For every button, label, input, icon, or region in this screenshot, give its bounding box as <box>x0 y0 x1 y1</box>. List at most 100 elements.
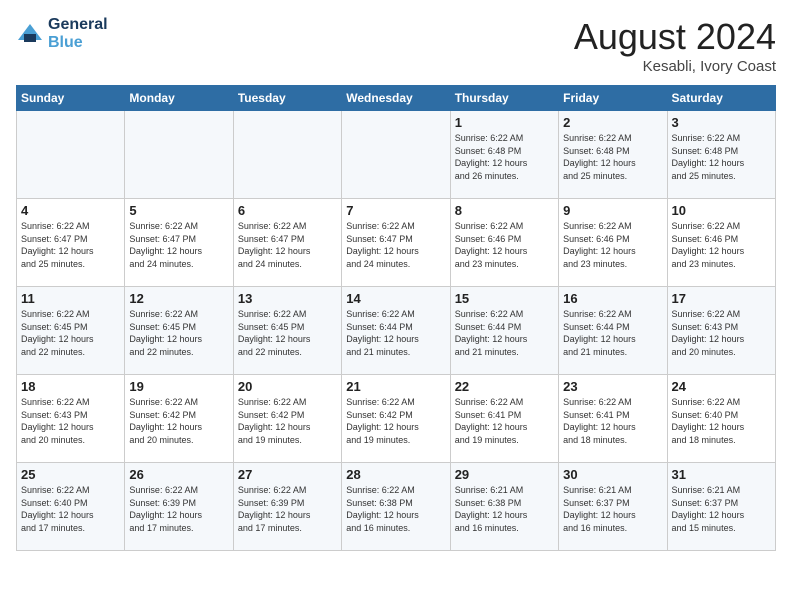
weekday-header-saturday: Saturday <box>667 86 775 111</box>
day-number: 17 <box>672 291 771 306</box>
day-info: Sunrise: 6:22 AM Sunset: 6:48 PM Dayligh… <box>455 132 554 182</box>
day-info: Sunrise: 6:22 AM Sunset: 6:42 PM Dayligh… <box>129 396 228 446</box>
calendar-cell: 11 Sunrise: 6:22 AM Sunset: 6:45 PM Dayli… <box>17 287 125 375</box>
day-number: 2 <box>563 115 662 130</box>
day-number: 20 <box>238 379 337 394</box>
day-info: Sunrise: 6:22 AM Sunset: 6:45 PM Dayligh… <box>21 308 120 358</box>
calendar-week-row: 11 Sunrise: 6:22 AM Sunset: 6:45 PM Dayli… <box>17 287 776 375</box>
calendar-body: 1 Sunrise: 6:22 AM Sunset: 6:48 PM Daylig… <box>17 111 776 551</box>
day-number: 26 <box>129 467 228 482</box>
location-subtitle: Kesabli, Ivory Coast <box>574 58 776 75</box>
day-info: Sunrise: 6:22 AM Sunset: 6:47 PM Dayligh… <box>21 220 120 270</box>
logo-text: General Blue <box>48 16 108 52</box>
day-info: Sunrise: 6:22 AM Sunset: 6:42 PM Dayligh… <box>346 396 445 446</box>
calendar-week-row: 25 Sunrise: 6:22 AM Sunset: 6:40 PM Dayli… <box>17 463 776 551</box>
calendar-cell: 22 Sunrise: 6:22 AM Sunset: 6:41 PM Dayli… <box>450 375 558 463</box>
weekday-header-row: SundayMondayTuesdayWednesdayThursdayFrid… <box>17 86 776 111</box>
day-info: Sunrise: 6:21 AM Sunset: 6:37 PM Dayligh… <box>672 484 771 534</box>
day-number: 14 <box>346 291 445 306</box>
day-number: 3 <box>672 115 771 130</box>
calendar-cell: 20 Sunrise: 6:22 AM Sunset: 6:42 PM Dayli… <box>233 375 341 463</box>
day-number: 22 <box>455 379 554 394</box>
day-number: 29 <box>455 467 554 482</box>
day-number: 13 <box>238 291 337 306</box>
day-info: Sunrise: 6:22 AM Sunset: 6:47 PM Dayligh… <box>346 220 445 270</box>
day-number: 4 <box>21 203 120 218</box>
day-number: 11 <box>21 291 120 306</box>
title-area: August 2024 Kesabli, Ivory Coast <box>574 16 776 75</box>
logo: General Blue <box>16 16 108 52</box>
day-info: Sunrise: 6:22 AM Sunset: 6:45 PM Dayligh… <box>129 308 228 358</box>
calendar-cell: 31Sunrise: 6:21 AM Sunset: 6:37 PM Dayli… <box>667 463 775 551</box>
day-info: Sunrise: 6:22 AM Sunset: 6:46 PM Dayligh… <box>563 220 662 270</box>
header: General Blue August 2024 Kesabli, Ivory … <box>16 16 776 75</box>
day-number: 15 <box>455 291 554 306</box>
day-info: Sunrise: 6:22 AM Sunset: 6:41 PM Dayligh… <box>455 396 554 446</box>
day-info: Sunrise: 6:22 AM Sunset: 6:39 PM Dayligh… <box>129 484 228 534</box>
calendar-cell: 24 Sunrise: 6:22 AM Sunset: 6:40 PM Dayli… <box>667 375 775 463</box>
day-number: 7 <box>346 203 445 218</box>
day-info: Sunrise: 6:22 AM Sunset: 6:43 PM Dayligh… <box>21 396 120 446</box>
calendar-cell: 10Sunrise: 6:22 AM Sunset: 6:46 PM Dayli… <box>667 199 775 287</box>
day-info: Sunrise: 6:22 AM Sunset: 6:46 PM Dayligh… <box>455 220 554 270</box>
calendar-cell: 23 Sunrise: 6:22 AM Sunset: 6:41 PM Dayli… <box>559 375 667 463</box>
day-number: 25 <box>21 467 120 482</box>
calendar-cell: 2Sunrise: 6:22 AM Sunset: 6:48 PM Daylig… <box>559 111 667 199</box>
weekday-header-sunday: Sunday <box>17 86 125 111</box>
calendar-cell: 15 Sunrise: 6:22 AM Sunset: 6:44 PM Dayli… <box>450 287 558 375</box>
day-info: Sunrise: 6:22 AM Sunset: 6:41 PM Dayligh… <box>563 396 662 446</box>
calendar-cell: 5 Sunrise: 6:22 AM Sunset: 6:47 PM Daylig… <box>125 199 233 287</box>
day-number: 27 <box>238 467 337 482</box>
calendar-cell: 12 Sunrise: 6:22 AM Sunset: 6:45 PM Dayli… <box>125 287 233 375</box>
day-info: Sunrise: 6:22 AM Sunset: 6:42 PM Dayligh… <box>238 396 337 446</box>
calendar-cell: 27 Sunrise: 6:22 AM Sunset: 6:39 PM Dayli… <box>233 463 341 551</box>
calendar-week-row: 4 Sunrise: 6:22 AM Sunset: 6:47 PM Daylig… <box>17 199 776 287</box>
day-number: 6 <box>238 203 337 218</box>
calendar-cell <box>125 111 233 199</box>
day-number: 18 <box>21 379 120 394</box>
calendar-cell: 19Sunrise: 6:22 AM Sunset: 6:42 PM Dayli… <box>125 375 233 463</box>
calendar-cell: 18 Sunrise: 6:22 AM Sunset: 6:43 PM Dayli… <box>17 375 125 463</box>
day-number: 28 <box>346 467 445 482</box>
calendar-cell: 21 Sunrise: 6:22 AM Sunset: 6:42 PM Dayli… <box>342 375 450 463</box>
day-number: 24 <box>672 379 771 394</box>
day-info: Sunrise: 6:22 AM Sunset: 6:38 PM Dayligh… <box>346 484 445 534</box>
logo-icon <box>16 20 44 48</box>
day-info: Sunrise: 6:21 AM Sunset: 6:37 PM Dayligh… <box>563 484 662 534</box>
day-info: Sunrise: 6:22 AM Sunset: 6:39 PM Dayligh… <box>238 484 337 534</box>
calendar-week-row: 1 Sunrise: 6:22 AM Sunset: 6:48 PM Daylig… <box>17 111 776 199</box>
day-number: 12 <box>129 291 228 306</box>
calendar-cell: 1 Sunrise: 6:22 AM Sunset: 6:48 PM Daylig… <box>450 111 558 199</box>
calendar-cell: 8 Sunrise: 6:22 AM Sunset: 6:46 PM Daylig… <box>450 199 558 287</box>
day-info: Sunrise: 6:22 AM Sunset: 6:40 PM Dayligh… <box>21 484 120 534</box>
day-info: Sunrise: 6:22 AM Sunset: 6:45 PM Dayligh… <box>238 308 337 358</box>
day-number: 5 <box>129 203 228 218</box>
weekday-header-monday: Monday <box>125 86 233 111</box>
calendar-cell: 26 Sunrise: 6:22 AM Sunset: 6:39 PM Dayli… <box>125 463 233 551</box>
day-info: Sunrise: 6:22 AM Sunset: 6:47 PM Dayligh… <box>129 220 228 270</box>
calendar-cell: 6 Sunrise: 6:22 AM Sunset: 6:47 PM Daylig… <box>233 199 341 287</box>
weekday-header-friday: Friday <box>559 86 667 111</box>
calendar-cell: 28 Sunrise: 6:22 AM Sunset: 6:38 PM Dayli… <box>342 463 450 551</box>
day-info: Sunrise: 6:22 AM Sunset: 6:40 PM Dayligh… <box>672 396 771 446</box>
weekday-header-tuesday: Tuesday <box>233 86 341 111</box>
day-info: Sunrise: 6:22 AM Sunset: 6:47 PM Dayligh… <box>238 220 337 270</box>
calendar-cell: 14Sunrise: 6:22 AM Sunset: 6:44 PM Dayli… <box>342 287 450 375</box>
calendar-cell: 30Sunrise: 6:21 AM Sunset: 6:37 PM Dayli… <box>559 463 667 551</box>
calendar-cell: 25 Sunrise: 6:22 AM Sunset: 6:40 PM Dayli… <box>17 463 125 551</box>
day-number: 23 <box>563 379 662 394</box>
day-number: 1 <box>455 115 554 130</box>
calendar-cell: 16Sunrise: 6:22 AM Sunset: 6:44 PM Dayli… <box>559 287 667 375</box>
calendar-cell: 9Sunrise: 6:22 AM Sunset: 6:46 PM Daylig… <box>559 199 667 287</box>
day-info: Sunrise: 6:21 AM Sunset: 6:38 PM Dayligh… <box>455 484 554 534</box>
calendar-table: SundayMondayTuesdayWednesdayThursdayFrid… <box>16 85 776 551</box>
day-number: 21 <box>346 379 445 394</box>
day-info: Sunrise: 6:22 AM Sunset: 6:48 PM Dayligh… <box>672 132 771 182</box>
day-info: Sunrise: 6:22 AM Sunset: 6:44 PM Dayligh… <box>455 308 554 358</box>
weekday-header-thursday: Thursday <box>450 86 558 111</box>
calendar-cell: 7 Sunrise: 6:22 AM Sunset: 6:47 PM Daylig… <box>342 199 450 287</box>
day-number: 8 <box>455 203 554 218</box>
calendar-header: SundayMondayTuesdayWednesdayThursdayFrid… <box>17 86 776 111</box>
day-info: Sunrise: 6:22 AM Sunset: 6:44 PM Dayligh… <box>563 308 662 358</box>
month-year-title: August 2024 <box>574 16 776 58</box>
